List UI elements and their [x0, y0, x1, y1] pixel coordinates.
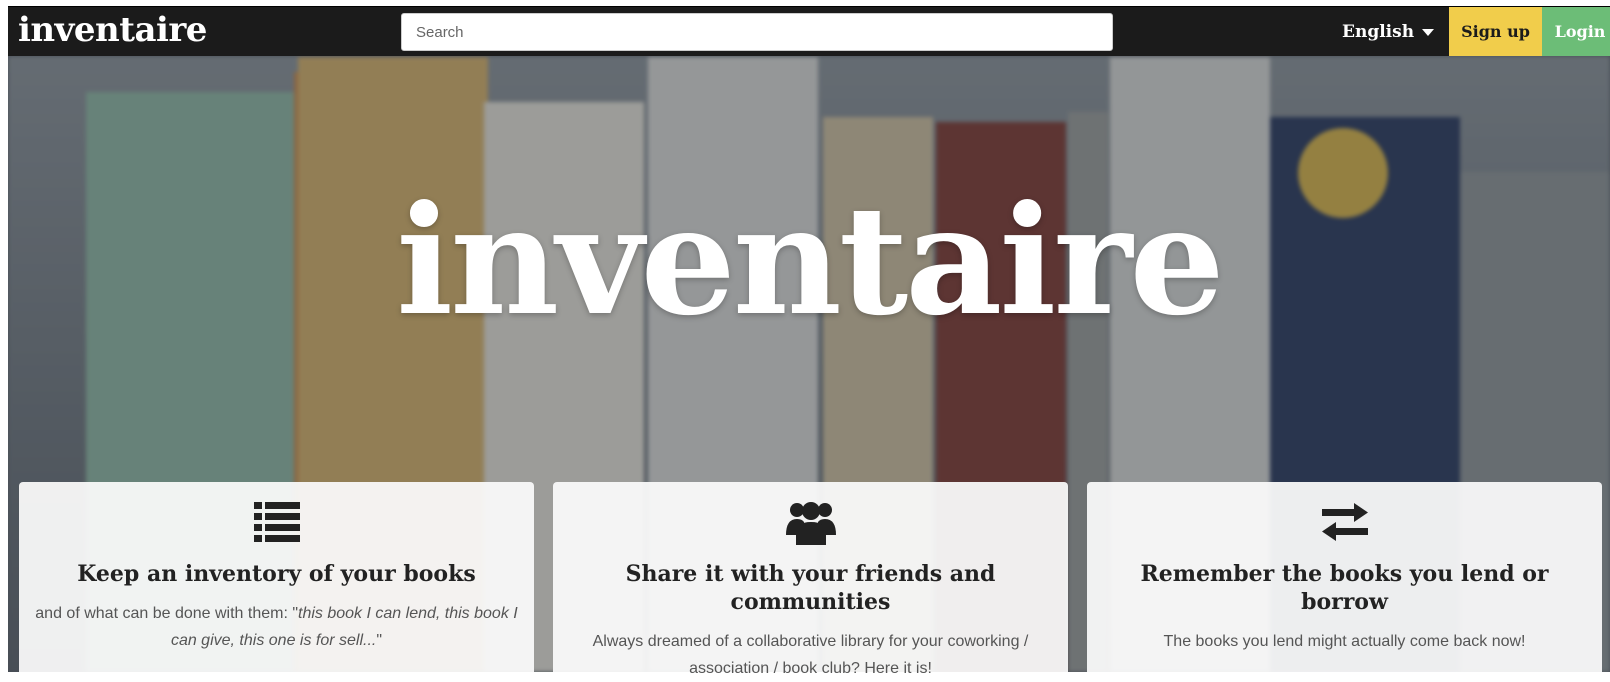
search-input[interactable]: [401, 13, 1113, 51]
feature-card-share: Share it with your friends and communiti…: [553, 482, 1068, 677]
logo[interactable]: inventaire: [18, 10, 207, 50]
language-dropdown[interactable]: English: [1342, 7, 1435, 57]
language-label: English: [1342, 22, 1415, 42]
feature-card-lending: Remember the books you lend or borrow Th…: [1087, 482, 1602, 672]
page-frame: inventaire English Sign up Login inventa…: [0, 0, 1610, 677]
feature-description: The books you lend might actually come b…: [1163, 633, 1526, 650]
users-icon: [565, 498, 1056, 546]
login-button[interactable]: Login: [1542, 7, 1610, 57]
feature-title: Keep an inventory of your books: [77, 561, 476, 587]
feature-card-inventory: Keep an inventory of your books and of w…: [19, 482, 534, 672]
signup-button[interactable]: Sign up: [1449, 7, 1542, 57]
caret-down-icon: [1422, 29, 1435, 36]
top-navbar: inventaire English Sign up Login: [8, 6, 1610, 57]
feature-description: and of what can be done with them: "this…: [35, 605, 518, 649]
feature-description: Always dreamed of a collaborative librar…: [592, 633, 1029, 677]
exchange-icon: [1099, 498, 1590, 546]
feature-title: Remember the books you lend or borrow: [1140, 561, 1549, 615]
list-icon: [31, 498, 522, 546]
hero-title: inventaire: [396, 173, 1225, 349]
feature-title: Share it with your friends and communiti…: [625, 561, 996, 615]
